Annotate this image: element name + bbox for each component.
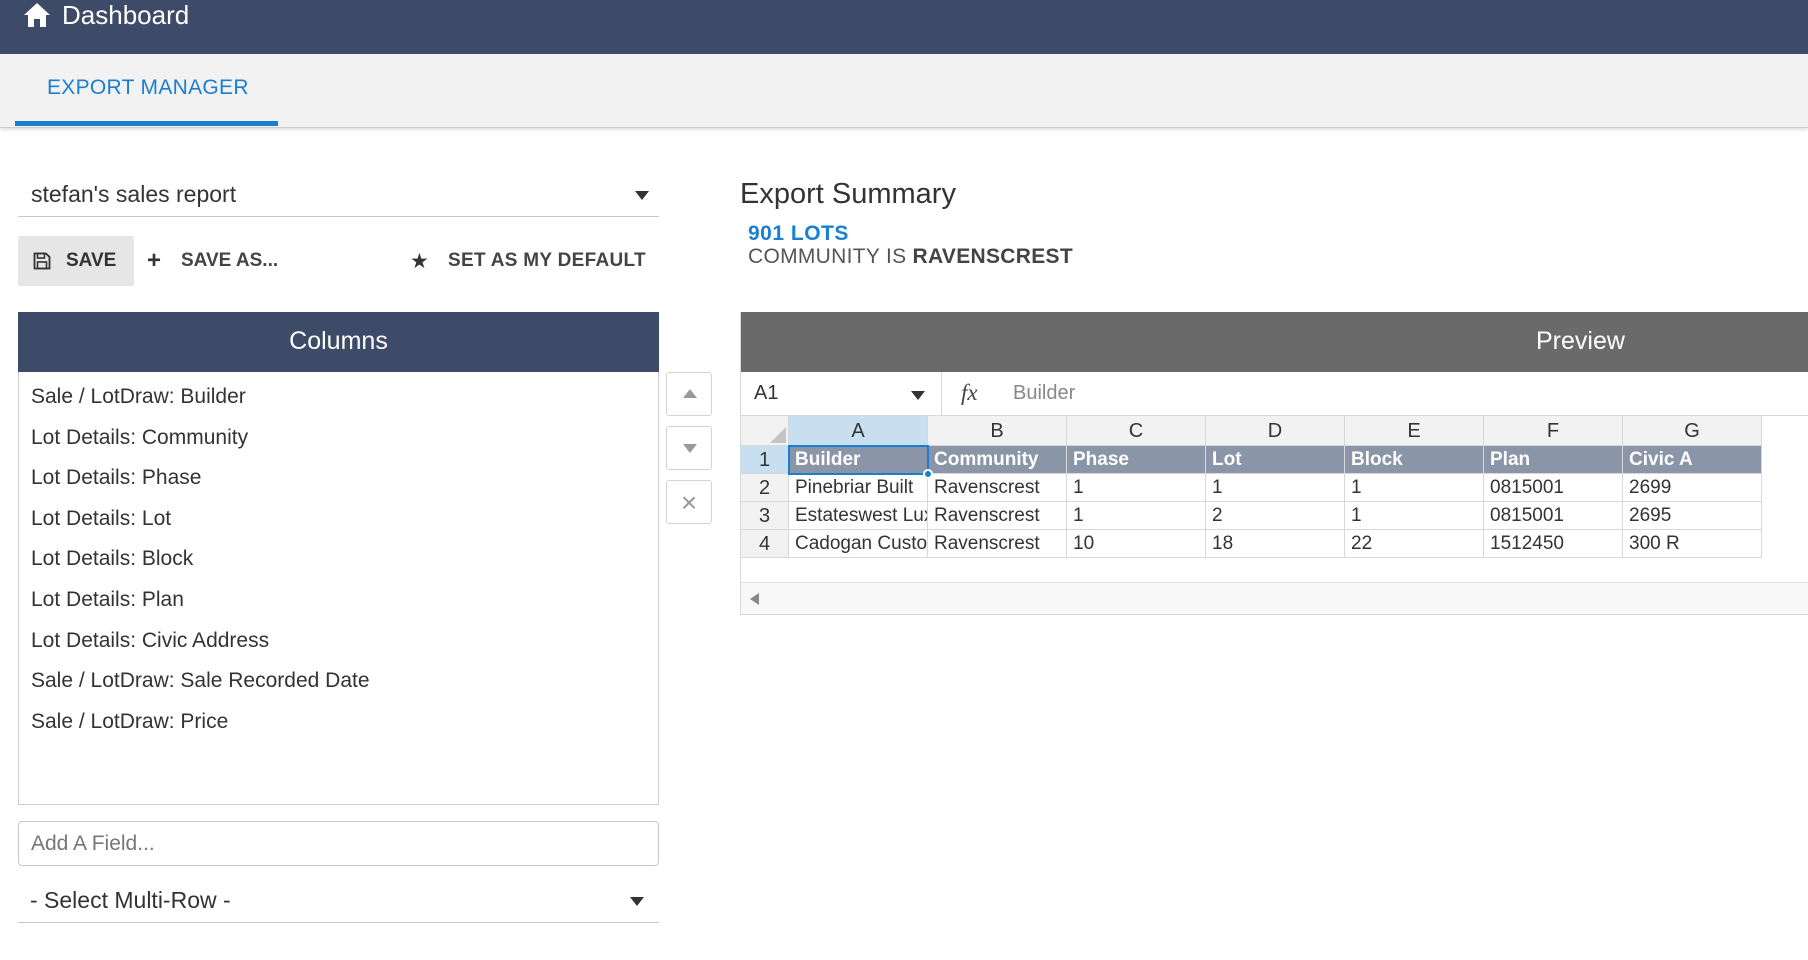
set-default-label: SET AS MY DEFAULT	[448, 250, 646, 271]
filter-description: COMMUNITY IS RAVENSCREST	[748, 245, 1073, 269]
column-item[interactable]: Sale / LotDraw: Price	[31, 708, 370, 749]
tab-label: EXPORT MANAGER	[47, 76, 249, 99]
report-select[interactable]: stefan's sales report	[18, 172, 659, 217]
preview-header: Preview	[741, 312, 1808, 372]
set-default-button[interactable]: ★ SET AS MY DEFAULT	[405, 236, 655, 286]
export-summary-title: Export Summary	[740, 178, 956, 210]
columns-header: Columns	[18, 312, 659, 372]
close-icon: ×	[680, 487, 698, 518]
row-header[interactable]: 3	[741, 502, 789, 530]
preview-panel: Preview A1 fx Builder A B C D E F G 1 Builder Com…	[740, 312, 1808, 615]
move-up-button[interactable]	[666, 372, 712, 416]
remove-column-button[interactable]: ×	[666, 480, 712, 524]
row-header[interactable]: 1	[741, 446, 789, 474]
grid-cell[interactable]: Plan	[1484, 446, 1623, 474]
grid-corner[interactable]	[741, 416, 789, 446]
lot-count[interactable]: 901 LOTS	[748, 222, 849, 246]
chevron-down-icon	[630, 897, 644, 906]
grid-cell[interactable]: Civic A	[1623, 446, 1762, 474]
grid-cell[interactable]: Pinebriar Built	[789, 474, 928, 502]
arrow-down-icon	[683, 444, 697, 453]
tab-export-manager[interactable]: EXPORT MANAGER	[15, 54, 278, 126]
grid-cell[interactable]: Builder	[789, 446, 928, 474]
dashboard-link[interactable]: Dashboard	[62, 0, 189, 30]
star-icon: ★	[410, 250, 429, 273]
grid-cell[interactable]: Phase	[1067, 446, 1206, 474]
grid-cell[interactable]: Ravenscrest	[928, 502, 1067, 530]
column-item[interactable]: Lot Details: Community	[31, 424, 370, 465]
plus-icon: +	[147, 247, 162, 274]
column-item[interactable]: Lot Details: Civic Address	[31, 627, 370, 668]
grid-cell[interactable]: Ravenscrest	[928, 530, 1067, 558]
save-as-label: SAVE AS...	[181, 250, 279, 271]
column-item[interactable]: Lot Details: Lot	[31, 505, 370, 546]
column-item[interactable]: Sale / LotDraw: Sale Recorded Date	[31, 667, 370, 708]
grid-cell[interactable]: Lot	[1206, 446, 1345, 474]
column-item[interactable]: Lot Details: Phase	[31, 464, 370, 505]
grid-cell[interactable]: Cadogan Custom	[789, 530, 928, 558]
preview-title: Preview	[1536, 327, 1625, 355]
column-header-b[interactable]: B	[928, 416, 1067, 446]
move-down-button[interactable]	[666, 426, 712, 470]
grid-cell[interactable]: 0815001	[1484, 502, 1623, 530]
formula-bar: A1 fx Builder	[741, 372, 1808, 416]
row-header[interactable]: 2	[741, 474, 789, 502]
save-button[interactable]: SAVE	[18, 236, 134, 286]
tab-bar: EXPORT MANAGER	[0, 54, 1808, 128]
grid-cell[interactable]: 2699	[1623, 474, 1762, 502]
grid-cell[interactable]: 0815001	[1484, 474, 1623, 502]
formula-divider	[941, 372, 942, 416]
grid-cell[interactable]: 10	[1067, 530, 1206, 558]
grid-cell[interactable]: Ravenscrest	[928, 474, 1067, 502]
floppy-disk-icon	[33, 252, 51, 270]
column-item[interactable]: Sale / LotDraw: Builder	[31, 383, 370, 424]
row-header[interactable]: 4	[741, 530, 789, 558]
columns-panel: Columns Sale / LotDraw: Builder Lot Deta…	[18, 312, 659, 805]
column-header-g[interactable]: G	[1623, 416, 1762, 446]
horizontal-scrollbar[interactable]	[741, 582, 1808, 614]
add-field-input[interactable]	[18, 821, 659, 866]
top-navbar: Dashboard	[0, 0, 1808, 54]
scroll-left-icon[interactable]	[750, 593, 759, 605]
save-as-button[interactable]: + SAVE AS...	[143, 236, 293, 286]
chevron-down-icon[interactable]	[911, 391, 925, 400]
column-header-f[interactable]: F	[1484, 416, 1623, 446]
grid-cell[interactable]: 2695	[1623, 502, 1762, 530]
grid-cell[interactable]: Community	[928, 446, 1067, 474]
grid-cell[interactable]: 1	[1067, 474, 1206, 502]
grid-cell[interactable]: Estateswest Luxury	[789, 502, 928, 530]
grid-cell[interactable]: 1	[1345, 502, 1484, 530]
chevron-down-icon	[635, 191, 649, 200]
save-label: SAVE	[66, 250, 117, 271]
column-header-c[interactable]: C	[1067, 416, 1206, 446]
filter-prefix: COMMUNITY IS	[748, 245, 907, 268]
grid-cell[interactable]: 1	[1067, 502, 1206, 530]
grid-cell[interactable]: 1	[1345, 474, 1484, 502]
multi-row-select[interactable]: - Select Multi-Row -	[18, 878, 659, 923]
filter-value: RAVENSCREST	[912, 245, 1073, 268]
report-select-value: stefan's sales report	[31, 181, 237, 207]
column-header-a[interactable]: A	[789, 416, 928, 446]
formula-value[interactable]: Builder	[1013, 382, 1075, 405]
columns-list: Sale / LotDraw: Builder Lot Details: Com…	[31, 383, 370, 748]
grid-cell[interactable]: 2	[1206, 502, 1345, 530]
grid-cell[interactable]: Block	[1345, 446, 1484, 474]
column-item[interactable]: Lot Details: Plan	[31, 586, 370, 627]
grid-cell[interactable]: 1	[1206, 474, 1345, 502]
grid-cell[interactable]: 18	[1206, 530, 1345, 558]
arrow-up-icon	[683, 389, 697, 398]
column-item[interactable]: Lot Details: Block	[31, 545, 370, 586]
cell-reference[interactable]: A1	[754, 382, 778, 405]
grid-cell[interactable]: 300 R	[1623, 530, 1762, 558]
fx-icon: fx	[961, 380, 978, 405]
column-header-d[interactable]: D	[1206, 416, 1345, 446]
home-icon[interactable]	[23, 2, 51, 28]
multi-row-select-value: - Select Multi-Row -	[30, 887, 231, 913]
column-header-e[interactable]: E	[1345, 416, 1484, 446]
grid-cell[interactable]: 22	[1345, 530, 1484, 558]
select-all-icon	[770, 427, 786, 443]
columns-title: Columns	[289, 327, 388, 355]
grid-cell[interactable]: 1512450	[1484, 530, 1623, 558]
